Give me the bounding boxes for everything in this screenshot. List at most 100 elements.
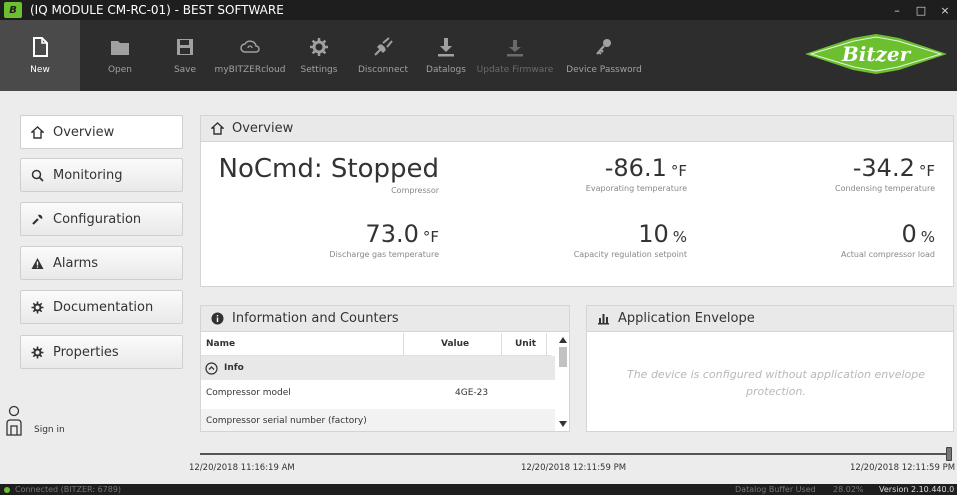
bar-chart-icon [598, 314, 609, 325]
save-label: Save [173, 65, 197, 75]
new-label: New [30, 65, 50, 75]
information-counters-title: Information and Counters [232, 311, 399, 326]
save-button[interactable]: Save [160, 20, 210, 91]
scrollbar-thumb[interactable] [559, 347, 567, 367]
application-envelope-panel: Application Envelope The device is confi… [586, 305, 954, 432]
connection-status-dot [4, 486, 10, 493]
update-firmware-label: Update Firmware [476, 65, 554, 75]
update-firmware-button[interactable]: Update Firmware [474, 20, 556, 91]
gear-icon [310, 38, 328, 56]
compressor-status-value: NoCmd: Stopped [218, 154, 439, 184]
compressor-status: NoCmd: Stopped Compressor [219, 154, 439, 195]
magnifier-icon [31, 169, 44, 182]
scroll-up-icon[interactable] [559, 337, 567, 343]
scroll-down-icon[interactable] [559, 421, 567, 427]
capacity-regulation-setpoint-caption: Capacity regulation setpoint [573, 250, 687, 259]
capacity-regulation-setpoint-unit: % [672, 228, 687, 246]
condensing-temperature-caption: Condensing temperature [835, 184, 935, 193]
minimize-button[interactable]: – [885, 0, 909, 20]
sidebar-item-monitoring[interactable]: Monitoring [20, 158, 183, 192]
datalog-buffer-label: Datalog Buffer Used [735, 485, 816, 494]
column-name-header[interactable]: Name [206, 339, 235, 349]
cloud-icon [240, 40, 260, 53]
application-envelope-header: Application Envelope [587, 306, 953, 332]
sidebar-item-alarms[interactable]: Alarms [20, 246, 183, 280]
application-envelope-message: The device is configured without applica… [626, 368, 926, 398]
table-group-info[interactable]: Info [201, 356, 555, 380]
app-logo: B [4, 2, 22, 18]
sidebar-item-label: Monitoring [53, 167, 123, 183]
actual-compressor-load-unit: % [920, 228, 935, 246]
information-counters-header: Information and Counters [201, 306, 569, 332]
capacity-regulation-setpoint-value: 10 [638, 220, 669, 248]
table-group-label: Info [224, 363, 244, 373]
sidebar-item-documentation[interactable]: Documentation [20, 290, 183, 324]
condensing-temperature: -34.2 °F Condensing temperature [835, 154, 935, 193]
condensing-temperature-value: -34.2 [852, 154, 915, 182]
table-row[interactable]: Compressor model 4GE-23 [201, 381, 555, 405]
column-value-header[interactable]: Value [441, 339, 469, 349]
sign-in-label: Sign in [34, 425, 65, 435]
datalogs-button[interactable]: Datalogs [418, 20, 474, 91]
datalog-buffer-value: 28.02% [833, 485, 864, 494]
sidebar-item-label: Overview [53, 124, 115, 140]
wrench-icon [32, 214, 43, 225]
discharge-gas-temperature-unit: °F [422, 228, 439, 246]
mybitzercloud-button[interactable]: myBITZERcloud [210, 20, 290, 91]
plug-icon [374, 37, 393, 56]
floppy-disk-icon [177, 39, 193, 55]
discharge-gas-temperature-value: 73.0 [365, 220, 419, 248]
application-envelope-title: Application Envelope [618, 311, 755, 326]
column-unit-header[interactable]: Unit [515, 339, 536, 349]
info-icon [211, 312, 224, 325]
timeline-start-label: 12/20/2018 11:16:19 AM [189, 463, 295, 473]
table-scrollbar[interactable] [557, 333, 569, 427]
collapse-icon[interactable] [205, 361, 218, 375]
overview-panel: Overview NoCmd: Stopped Compressor -86.1… [200, 115, 954, 287]
condensing-temperature-unit: °F [918, 162, 935, 180]
table-row[interactable]: Compressor serial number (factory) [201, 409, 555, 431]
column-divider [403, 333, 404, 356]
timeline-handle[interactable] [946, 447, 952, 461]
sidebar-item-properties[interactable]: Properties [20, 335, 183, 369]
close-button[interactable]: × [933, 0, 957, 20]
timeline-middle-label: 12/20/2018 12:11:59 PM [521, 463, 627, 473]
window-controls: – □ × [885, 0, 957, 20]
actual-compressor-load: 0% Actual compressor load [841, 220, 935, 259]
sidebar-item-label: Configuration [53, 211, 142, 227]
device-password-label: Device Password [566, 65, 642, 75]
new-button[interactable]: New [0, 20, 80, 91]
timeline-track[interactable] [200, 453, 952, 455]
home-icon [211, 122, 224, 135]
overview-panel-title: Overview [232, 121, 294, 136]
sidebar-item-overview[interactable]: Overview [20, 115, 183, 149]
key-icon [596, 39, 611, 55]
maximize-button[interactable]: □ [909, 0, 933, 20]
table-cell-name: Compressor model [206, 388, 291, 398]
bitzer-logo-text: Bitzer [841, 42, 912, 66]
sidebar-item-label: Documentation [53, 299, 154, 315]
sidebar-item-label: Alarms [53, 255, 99, 271]
table-cell-value: 4GE-23 [455, 388, 489, 398]
information-counters-panel: Information and Counters Name Value Unit… [200, 305, 570, 432]
actual-compressor-load-value: 0 [901, 220, 917, 248]
device-password-button[interactable]: Device Password [556, 20, 652, 91]
warning-icon [31, 257, 44, 269]
sign-in-button[interactable]: Sign in [6, 405, 65, 437]
title-bar: B (IQ MODULE CM-RC-01) - BEST SOFTWARE –… [0, 0, 957, 20]
disconnect-button[interactable]: Disconnect [348, 20, 418, 91]
table-cell-name: Compressor serial number (factory) [206, 416, 367, 426]
open-button[interactable]: Open [80, 20, 160, 91]
gear-icon [31, 301, 44, 313]
connection-status: Connected (BITZER: 6789) [15, 485, 122, 494]
evaporating-temperature-unit: °F [670, 162, 687, 180]
discharge-gas-temperature: 73.0 °F Discharge gas temperature [329, 220, 439, 259]
status-bar: Connected (BITZER: 6789) Datalog Buffer … [0, 484, 957, 495]
settings-button[interactable]: Settings [290, 20, 348, 91]
sidebar-item-configuration[interactable]: Configuration [20, 202, 183, 236]
column-divider [546, 333, 547, 356]
bitzer-logo: Bitzer [805, 34, 947, 74]
evaporating-temperature-caption: Evaporating temperature [585, 184, 687, 193]
new-document-icon [33, 37, 48, 57]
window-title: (IQ MODULE CM-RC-01) - BEST SOFTWARE [30, 3, 284, 17]
